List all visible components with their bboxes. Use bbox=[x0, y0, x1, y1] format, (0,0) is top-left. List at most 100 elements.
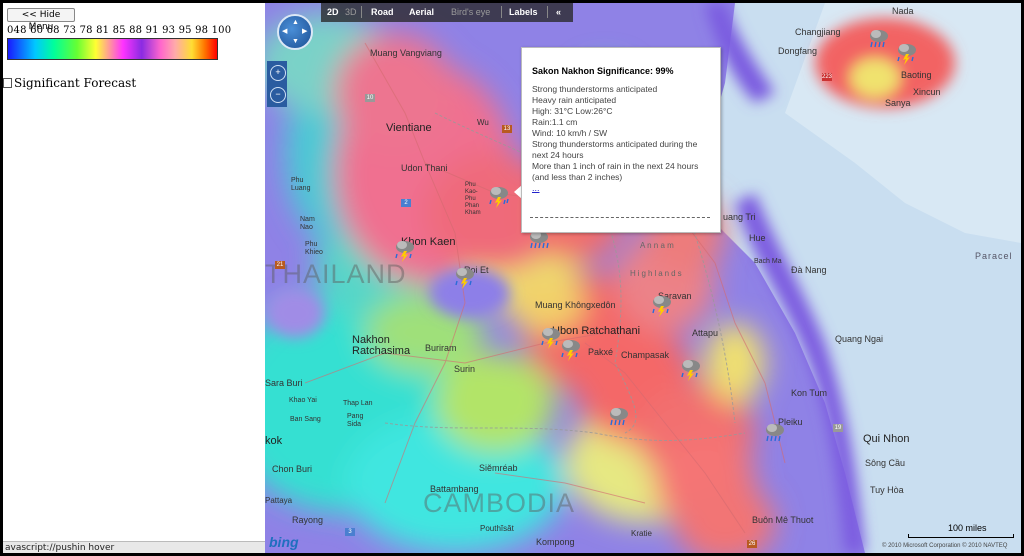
thunderstorm-icon[interactable] bbox=[895, 41, 919, 65]
bing-logo[interactable]: bing bbox=[269, 534, 299, 550]
region-label: A n n a m bbox=[640, 241, 674, 250]
road-shield: 223 bbox=[822, 73, 833, 81]
hide-menu-button[interactable]: << Hide Menu bbox=[7, 8, 75, 32]
significance-scale-labels: 048 60 68 73 78 81 85 88 91 93 95 98 100 bbox=[7, 25, 232, 36]
place-label: Xincun bbox=[913, 87, 941, 97]
mode-3d-button[interactable]: 3D bbox=[345, 7, 357, 17]
place-label: Đà Nang bbox=[791, 265, 827, 275]
place-label: Buôn Mê Thuot bbox=[752, 515, 814, 525]
browser-frame: << Hide Menu 048 60 68 73 78 81 85 88 91… bbox=[3, 3, 1021, 553]
place-label: Kompong bbox=[536, 537, 575, 547]
thunderstorm-icon[interactable] bbox=[559, 337, 583, 361]
place-label: Nada bbox=[892, 6, 914, 16]
country-label-thailand: THAILAND bbox=[265, 259, 407, 289]
pan-right-icon[interactable]: ▶ bbox=[302, 28, 307, 35]
collapse-toolbar-icon[interactable]: « bbox=[556, 7, 561, 17]
place-label: Changjiang bbox=[795, 27, 841, 37]
place-label: Phu Luang bbox=[291, 177, 311, 192]
sidebar: << Hide Menu 048 60 68 73 78 81 85 88 91… bbox=[3, 3, 341, 553]
road-shield: 2 bbox=[401, 199, 411, 207]
place-label: Sanya bbox=[885, 98, 911, 108]
significant-forecast-checkbox[interactable] bbox=[3, 78, 12, 88]
place-label: kok bbox=[265, 435, 283, 447]
pan-left-icon[interactable]: ◀ bbox=[282, 28, 287, 35]
significance-color-gradient bbox=[7, 38, 218, 60]
zoom-control: + − bbox=[267, 61, 287, 107]
aerial-view-button[interactable]: Aerial bbox=[409, 7, 434, 17]
significant-forecast-option[interactable]: Significant Forecast bbox=[3, 76, 136, 90]
road-view-button[interactable]: Road bbox=[371, 7, 394, 17]
popup-line: More than 1 inch of rain in the next 24 … bbox=[532, 161, 699, 182]
heavy-rain-icon[interactable] bbox=[607, 405, 631, 429]
place-label: Quang Ngai bbox=[835, 334, 884, 344]
place-label: Kon Tum bbox=[791, 388, 828, 398]
thunderstorm-icon[interactable] bbox=[650, 293, 674, 317]
toolbar-divider bbox=[547, 6, 548, 18]
popup-more-link[interactable]: ... bbox=[532, 183, 540, 193]
place-label: Phu Kao- Phu Phan Kham bbox=[465, 182, 481, 216]
thunderstorm-icon[interactable] bbox=[679, 357, 703, 381]
place-label: uang Tri bbox=[723, 212, 756, 222]
labels-toggle-button[interactable]: Labels bbox=[509, 7, 538, 17]
zoom-out-button[interactable]: − bbox=[270, 87, 286, 103]
place-label: Nam Nao bbox=[300, 216, 315, 231]
place-label: Pattaya bbox=[265, 496, 293, 505]
region-label: Highlands bbox=[630, 269, 684, 278]
place-label: Vientiane bbox=[386, 122, 432, 134]
place-label: Wu bbox=[477, 118, 489, 127]
popup-line: Wind: 10 km/h / SW bbox=[532, 128, 608, 138]
map-scale-label: 100 miles bbox=[948, 523, 987, 533]
map-mode-toolbar: 2D 3D Road Aerial Bird's eye Labels « bbox=[321, 3, 573, 22]
birds-eye-view-button[interactable]: Bird's eye bbox=[451, 7, 490, 17]
forecast-info-popup: Sakon Nakhon Significance: 99% Strong th… bbox=[521, 47, 721, 233]
map-view[interactable]: 2D 3D Road Aerial Bird's eye Labels « ▲ … bbox=[265, 3, 1021, 553]
toolbar-divider bbox=[361, 6, 362, 18]
place-label: Muang Vangviang bbox=[370, 48, 442, 58]
country-label-cambodia: CAMBODIA bbox=[423, 488, 576, 518]
zoom-in-button[interactable]: + bbox=[270, 65, 286, 81]
popup-line: Strong thunderstorms anticipated during … bbox=[532, 139, 698, 160]
road-shield: 19 bbox=[833, 424, 843, 432]
thunderstorm-icon[interactable] bbox=[393, 238, 417, 262]
place-label: Siĕmréab bbox=[479, 463, 518, 473]
significant-forecast-label: Significant Forecast bbox=[14, 76, 137, 90]
toolbar-divider bbox=[501, 6, 502, 18]
place-label: Surin bbox=[454, 364, 476, 374]
place-label: Tuy Hòa bbox=[870, 485, 904, 495]
map-scale-bar bbox=[908, 534, 1014, 538]
popup-body: Strong thunderstorms anticipated Heavy r… bbox=[532, 84, 714, 194]
place-label: Udon Thani bbox=[401, 163, 448, 173]
place-label: Baoting bbox=[901, 70, 932, 80]
place-label: Ban Sang bbox=[290, 416, 321, 423]
place-label: Sara Buri bbox=[265, 378, 303, 388]
road-shield: 26 bbox=[747, 540, 757, 548]
road-shield: 13 bbox=[502, 125, 512, 133]
pan-compass-control[interactable]: ▲ ▼ ◀ ▶ bbox=[277, 14, 313, 50]
thunderstorm-icon[interactable] bbox=[487, 184, 511, 208]
popup-divider bbox=[530, 217, 710, 218]
place-label: Dongfang bbox=[778, 46, 818, 56]
place-label: Qui Nhon bbox=[863, 433, 910, 445]
place-label: Attapu bbox=[692, 328, 719, 338]
place-label: Muang Khôngxedôn bbox=[535, 300, 616, 310]
heavy-rain-icon[interactable] bbox=[867, 27, 891, 51]
place-label: Pang Sida bbox=[347, 413, 364, 428]
place-label: Thap Lan bbox=[343, 400, 373, 407]
pan-up-icon[interactable]: ▲ bbox=[292, 19, 299, 26]
popup-title: Sakon Nakhon Significance: 99% bbox=[532, 66, 674, 76]
popup-line: Heavy rain anticipated bbox=[532, 95, 617, 105]
place-label: Paracel bbox=[975, 251, 1013, 261]
place-label: Khao Yai bbox=[289, 397, 317, 404]
place-label: Pakxé bbox=[588, 347, 614, 357]
popup-line: High: 31°C Low:26°C bbox=[532, 106, 613, 116]
pan-down-icon[interactable]: ▼ bbox=[292, 38, 299, 45]
road-shield: 21 bbox=[275, 261, 285, 269]
place-label: Pouthĭsăt bbox=[480, 524, 514, 533]
place-label: Champasak bbox=[621, 350, 670, 360]
mode-2d-button[interactable]: 2D bbox=[327, 7, 339, 17]
popup-line: Rain:1.1 cm bbox=[532, 117, 578, 127]
thunderstorm-icon[interactable] bbox=[453, 265, 477, 289]
place-label: Phu Khieo bbox=[305, 241, 323, 256]
road-shield: 3 bbox=[345, 528, 355, 536]
heavy-rain-icon[interactable] bbox=[763, 421, 787, 445]
